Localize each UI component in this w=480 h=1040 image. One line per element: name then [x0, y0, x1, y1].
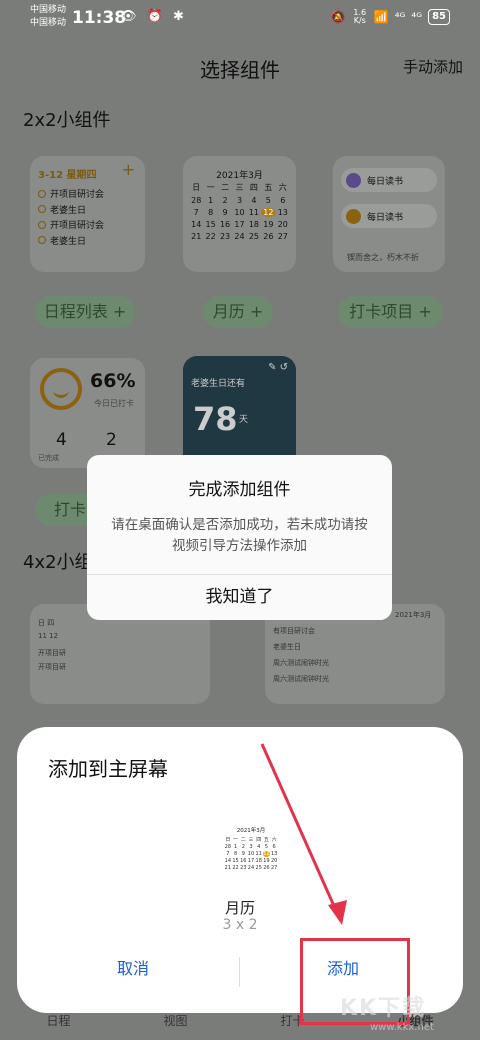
watermark-url: www.kkx.net — [370, 1022, 434, 1033]
watermark: KK下载 — [340, 996, 427, 1021]
annotation-arrow-icon — [260, 743, 347, 925]
